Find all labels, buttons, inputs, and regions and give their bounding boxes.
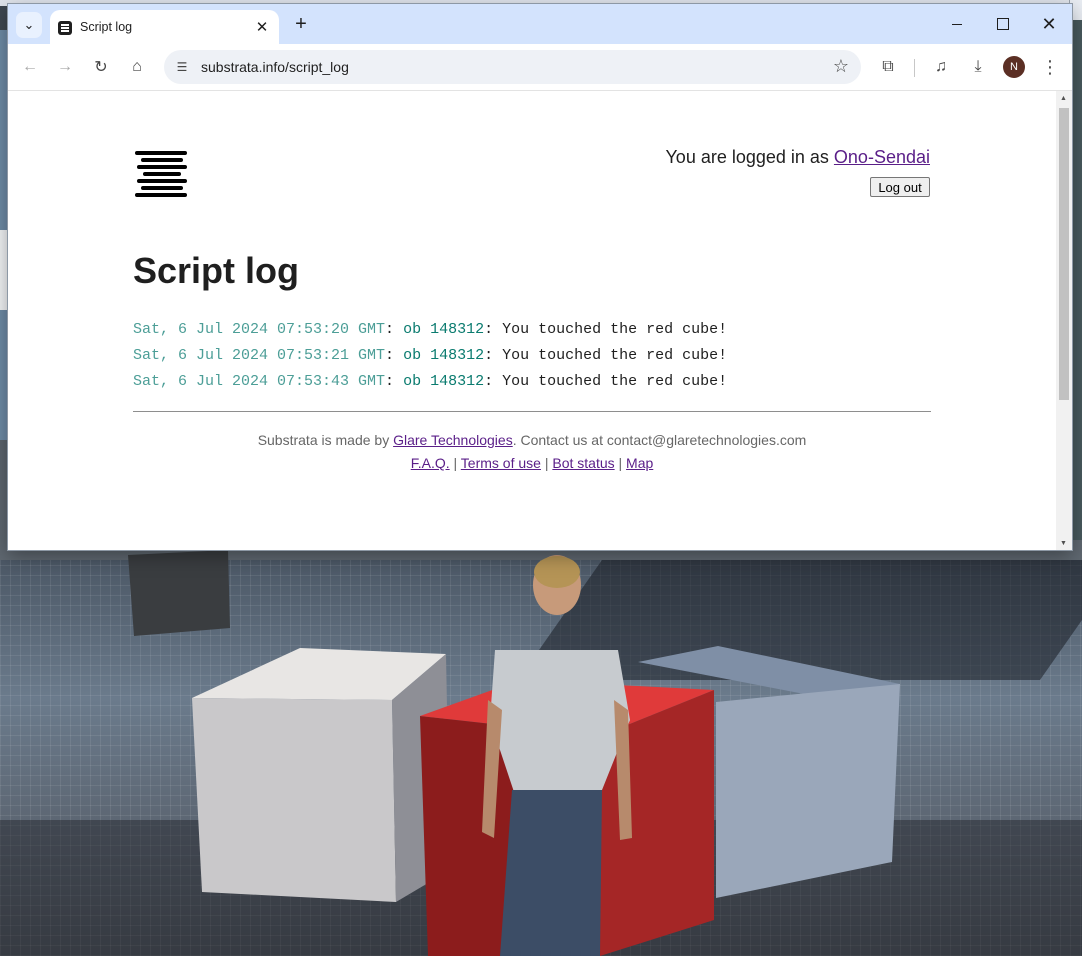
- reload-icon: ↻: [94, 59, 108, 76]
- plus-icon: +: [295, 12, 307, 35]
- log-entry: Sat, 6 Jul 2024 07:53:20 GMT: ob 148312:…: [133, 322, 727, 348]
- map-link[interactable]: Map: [626, 455, 653, 471]
- username-link[interactable]: Ono-Sendai: [834, 147, 930, 167]
- scrollbar-thumb[interactable]: [1059, 108, 1069, 400]
- log-separator: :: [385, 321, 404, 338]
- arrow-right-icon: →: [57, 58, 73, 75]
- substrata-favicon-icon: [58, 21, 72, 35]
- log-separator: :: [484, 321, 503, 338]
- bot-status-link[interactable]: Bot status: [552, 455, 614, 471]
- browser-window: ⌄ Script log ✕ + ✕ ← → ↻ ⌂ ☰ substrata.i…: [8, 4, 1072, 550]
- log-time: Sat, 6 Jul 2024 07:53:21 GMT: [133, 347, 386, 364]
- page-title: Script log: [133, 250, 300, 291]
- scene-cubes: [128, 550, 900, 956]
- address-bar[interactable]: ☰ substrata.info/script_log ☆: [164, 50, 861, 84]
- footer-link-separator: |: [540, 455, 553, 471]
- tab-close-button[interactable]: ✕: [253, 18, 271, 36]
- minimize-button[interactable]: [934, 4, 980, 44]
- blue-cube-front: [716, 684, 900, 898]
- log-separator: :: [484, 373, 503, 390]
- log-message: You touched the red cube!: [502, 373, 728, 390]
- close-icon: ✕: [1041, 13, 1057, 34]
- kebab-menu-icon: ⋮: [1041, 56, 1059, 77]
- logo-bar: [141, 186, 183, 190]
- logo-bar: [137, 179, 187, 183]
- log-entry: Sat, 6 Jul 2024 07:53:21 GMT: ob 148312:…: [133, 348, 727, 374]
- scroll-up-icon[interactable]: ▲: [1060, 95, 1067, 102]
- tab-search-button[interactable]: ⌄: [16, 12, 42, 38]
- forward-button[interactable]: →: [51, 53, 79, 81]
- tab-script-log[interactable]: Script log ✕: [50, 10, 279, 44]
- background-window-edge-left-light: [0, 230, 8, 310]
- media-control-icon: ♫: [935, 58, 947, 75]
- star-icon[interactable]: ☆: [833, 56, 849, 77]
- minimize-icon: [952, 23, 962, 25]
- footer-divider: [133, 411, 931, 412]
- extensions-button[interactable]: ⧉: [874, 53, 902, 81]
- glare-technologies-link[interactable]: Glare Technologies: [393, 432, 513, 448]
- vertical-scrollbar[interactable]: ▲ ▼: [1056, 91, 1072, 550]
- substrata-logo-icon[interactable]: [133, 149, 189, 199]
- new-tab-button[interactable]: +: [290, 13, 312, 35]
- footer: Substrata is made by Glare Technologies.…: [133, 429, 931, 475]
- home-button[interactable]: ⌂: [123, 53, 151, 81]
- avatar-legs: [500, 790, 602, 956]
- log-message: You touched the red cube!: [502, 321, 728, 338]
- page-content: You are logged in as Ono-Sendai Log out …: [8, 91, 1056, 550]
- login-status: You are logged in as Ono-Sendai: [665, 147, 930, 168]
- dark-cube: [128, 550, 230, 636]
- footer-link-separator: |: [449, 455, 461, 471]
- toolbar-separator: [914, 59, 915, 77]
- terms-of-use-link[interactable]: Terms of use: [461, 455, 541, 471]
- title-bar: ⌄ Script log ✕ + ✕: [8, 4, 1072, 44]
- log-object: ob 148312: [403, 321, 485, 338]
- chevron-down-icon: ⌄: [23, 17, 35, 32]
- footer-made-by: Substrata is made by: [257, 432, 394, 448]
- close-icon: ✕: [255, 19, 269, 36]
- logo-bar: [135, 151, 187, 155]
- tab-title: Script log: [80, 20, 133, 34]
- maximize-icon: [997, 18, 1009, 30]
- log-message: You touched the red cube!: [502, 347, 728, 364]
- browser-toolbar: ← → ↻ ⌂ ☰ substrata.info/script_log ☆ ⧉ …: [8, 44, 1072, 91]
- footer-contact: . Contact us at contact@glaretechnologie…: [512, 432, 807, 448]
- log-object: ob 148312: [403, 373, 485, 390]
- log-separator: :: [484, 347, 503, 364]
- footer-credit-line: Substrata is made by Glare Technologies.…: [133, 429, 931, 452]
- background-window-edge-right: [1072, 20, 1082, 540]
- footer-link-separator: |: [614, 455, 627, 471]
- logo-bar: [141, 158, 183, 162]
- log-object: ob 148312: [403, 347, 485, 364]
- close-window-button[interactable]: ✕: [1026, 4, 1072, 44]
- browser-menu-button[interactable]: ⋮: [1036, 53, 1064, 81]
- log-separator: :: [385, 347, 404, 364]
- profile-avatar[interactable]: N: [1003, 56, 1025, 78]
- logo-bar: [135, 193, 187, 197]
- login-prefix: You are logged in as: [665, 147, 834, 167]
- home-icon: ⌂: [132, 58, 142, 75]
- puzzle-icon: ⧉: [882, 58, 894, 75]
- downloads-button[interactable]: ⤓: [964, 53, 992, 81]
- media-control-button[interactable]: ♫: [927, 53, 955, 81]
- log-separator: :: [385, 373, 404, 390]
- logout-button[interactable]: Log out: [870, 177, 930, 197]
- scroll-down-icon[interactable]: ▼: [1060, 540, 1067, 547]
- log-time: Sat, 6 Jul 2024 07:53:20 GMT: [133, 321, 386, 338]
- white-cube-front: [192, 698, 396, 902]
- footer-links: F.A.Q. | Terms of use | Bot status | Map: [133, 452, 931, 475]
- url-text[interactable]: substrata.info/script_log: [201, 59, 349, 75]
- log-time: Sat, 6 Jul 2024 07:53:43 GMT: [133, 373, 386, 390]
- arrow-left-icon: ←: [22, 58, 38, 75]
- avatar-hair: [534, 556, 580, 588]
- script-log-list: Sat, 6 Jul 2024 07:53:20 GMT: ob 148312:…: [133, 322, 727, 400]
- logo-bar: [143, 172, 181, 176]
- tune-icon[interactable]: ☰: [174, 59, 190, 75]
- back-button[interactable]: ←: [16, 53, 44, 81]
- faq-link[interactable]: F.A.Q.: [411, 455, 450, 471]
- log-entry: Sat, 6 Jul 2024 07:53:43 GMT: ob 148312:…: [133, 374, 727, 400]
- maximize-button[interactable]: [980, 4, 1026, 44]
- reload-button[interactable]: ↻: [87, 53, 115, 81]
- download-icon: ⤓: [974, 58, 982, 75]
- logo-bar: [137, 165, 187, 169]
